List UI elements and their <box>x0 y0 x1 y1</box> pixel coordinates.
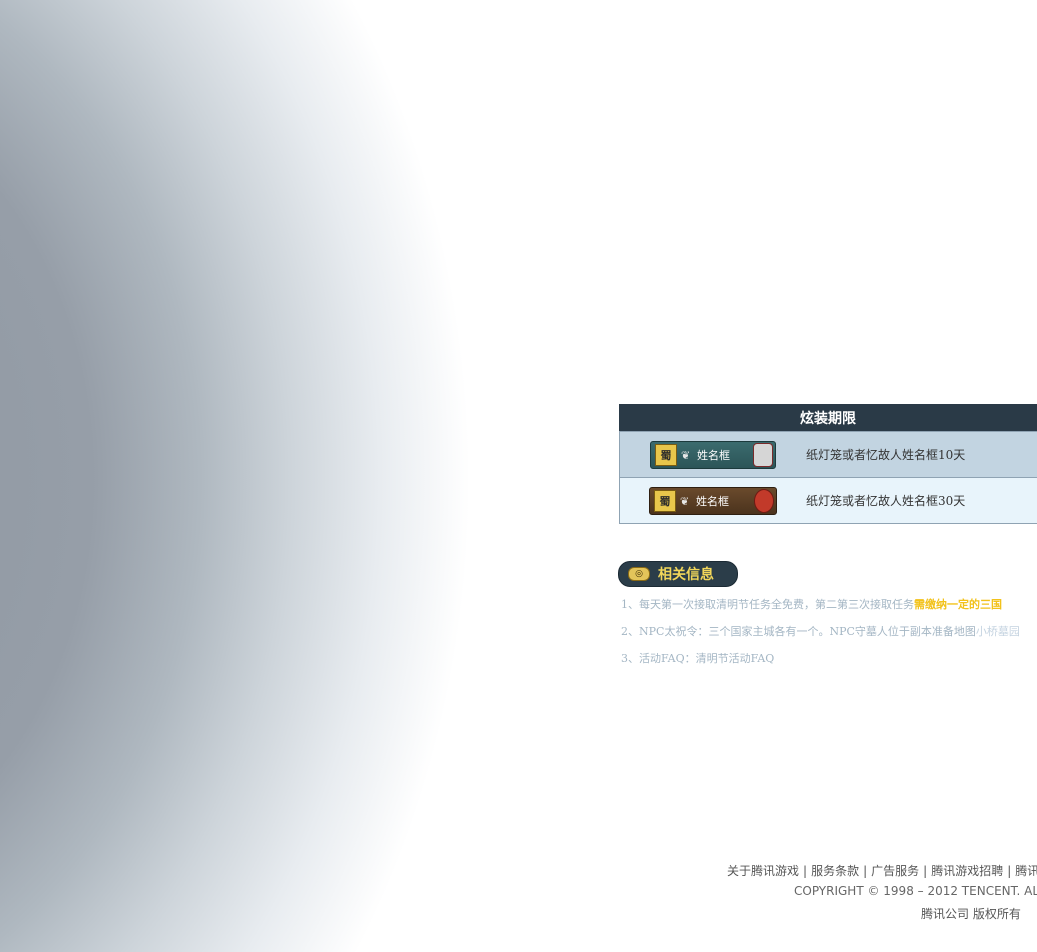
table-row: 蜀 ❦ 姓名框 纸灯笼或者忆故人姓名框30天 <box>619 478 1037 524</box>
nameplate-frame-30day: 蜀 ❦ 姓名框 <box>649 486 777 515</box>
table-row: 蜀 ❦ 姓名框 纸灯笼或者忆故人姓名框10天 <box>619 432 1037 478</box>
coin-icon: ◎ <box>628 567 650 581</box>
feather-icon: ❦ <box>680 494 690 508</box>
shu-badge-icon: 蜀 <box>655 443 677 466</box>
faq-link[interactable]: 清明节活动FAQ <box>696 652 775 665</box>
list-item: 2、NPC太祝令：三个国家主城各有一个。NPC守墓人位于副本准备地图小桥墓园 <box>621 625 1020 638</box>
map-link[interactable]: 小桥墓园 <box>976 625 1020 638</box>
list-item: 1、每天第一次接取清明节任务全免费，第二第三次接取任务需缴纳一定的三国 <box>621 598 1002 611</box>
nameplate-cell: 蜀 ❦ 姓名框 <box>620 440 806 469</box>
shu-badge-icon: 蜀 <box>654 489 676 512</box>
footer-rights: 腾讯公司 版权所有 <box>921 907 1021 921</box>
lantern-icon <box>753 442 773 467</box>
red-flower-icon <box>754 488 774 513</box>
related-info-header: ◎ 相关信息 <box>618 561 738 587</box>
reward-description: 纸灯笼或者忆故人姓名框30天 <box>806 494 966 508</box>
nameplate-cell: 蜀 ❦ 姓名框 <box>620 486 806 515</box>
footer-link-about[interactable]: 关于腾讯游戏 <box>727 864 799 878</box>
table-header: 炫装期限 <box>619 404 1037 432</box>
footer-link-ads[interactable]: 广告服务 <box>871 864 919 878</box>
reward-table: 炫装期限 蜀 ❦ 姓名框 纸灯笼或者忆故人姓名框10天 蜀 ❦ 姓名框 纸灯笼或… <box>619 404 1037 524</box>
highlight-text: 需缴纳一定的三国 <box>914 598 1002 611</box>
list-item: 3、活动FAQ：清明节活动FAQ <box>621 652 775 665</box>
footer-link-tencent[interactable]: 腾讯 <box>1015 864 1037 878</box>
reward-description: 纸灯笼或者忆故人姓名框10天 <box>806 448 966 462</box>
nameplate-frame-10day: 蜀 ❦ 姓名框 <box>650 440 776 469</box>
footer-links: 关于腾讯游戏 | 服务条款 | 广告服务 | 腾讯游戏招聘 | 腾讯 <box>727 862 1037 879</box>
related-info-list: 1、每天第一次接取清明节任务全免费，第二第三次接取任务需缴纳一定的三国 2、NP… <box>621 597 1037 678</box>
nameplate-label: 姓名框 <box>696 494 729 508</box>
feather-icon: ❦ <box>681 448 691 462</box>
footer-link-jobs[interactable]: 腾讯游戏招聘 <box>931 864 1003 878</box>
nameplate-label: 姓名框 <box>697 448 730 462</box>
section-title-label: 相关信息 <box>658 567 714 583</box>
footer-copyright: COPYRIGHT © 1998 – 2012 TENCENT. ALL <box>794 884 1037 898</box>
footer-link-terms[interactable]: 服务条款 <box>811 864 859 878</box>
